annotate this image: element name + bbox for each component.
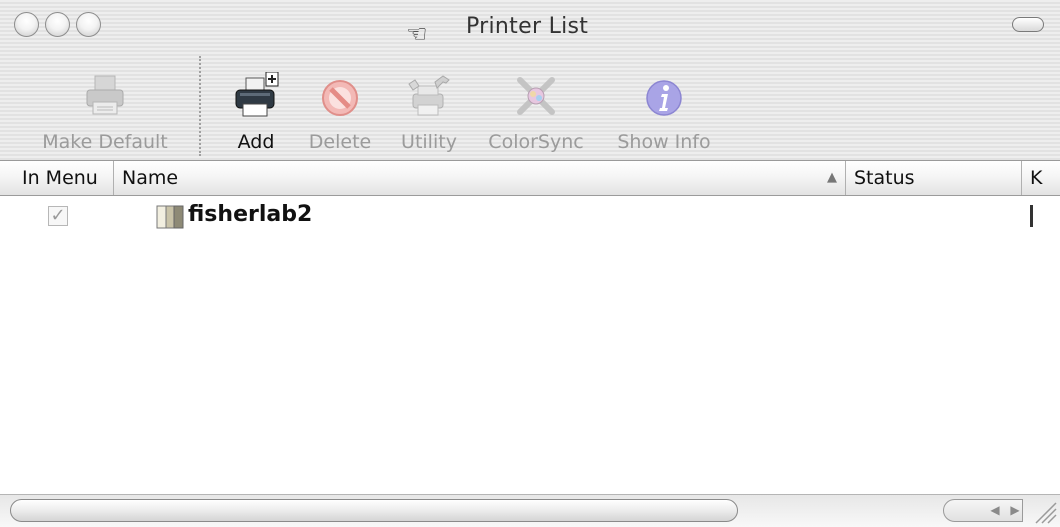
show-info-label: Show Info bbox=[617, 131, 711, 153]
info-icon bbox=[646, 80, 682, 116]
add-label: Add bbox=[237, 131, 275, 153]
add-button[interactable]: Add bbox=[222, 52, 290, 160]
resize-grip-icon[interactable] bbox=[1030, 497, 1058, 525]
delete-label: Delete bbox=[308, 131, 372, 153]
checkmark-icon: ✓ bbox=[50, 205, 66, 226]
list-header: In Menu Name ▲ Status K bbox=[0, 161, 1060, 196]
make-default-button[interactable]: Make Default bbox=[20, 52, 190, 160]
column-header-status[interactable]: Status bbox=[846, 161, 1022, 195]
hand-cursor-icon: ☜ bbox=[406, 20, 428, 48]
colorsync-button[interactable]: ColorSync bbox=[478, 52, 594, 160]
colorsync-label: ColorSync bbox=[488, 131, 584, 153]
toolbar-toggle-button[interactable] bbox=[1012, 17, 1044, 32]
column-header-kind[interactable]: K bbox=[1022, 161, 1060, 195]
minimize-button[interactable] bbox=[45, 12, 70, 37]
printer-name: fisherlab2 bbox=[188, 202, 313, 227]
printer-queue-icon bbox=[156, 205, 184, 229]
column-header-name[interactable]: Name bbox=[114, 161, 846, 195]
close-button[interactable] bbox=[14, 12, 39, 37]
row-kind-clipped-value bbox=[1030, 205, 1033, 227]
column-header-status-label: Status bbox=[854, 167, 915, 189]
add-printer-icon bbox=[235, 72, 279, 117]
column-header-in-menu-label: In Menu bbox=[22, 167, 98, 189]
toolbar-separator bbox=[199, 56, 201, 156]
toolbar: Make Default Add Delete Utility ColorSyn… bbox=[0, 52, 1060, 161]
column-header-in-menu[interactable]: In Menu bbox=[14, 161, 114, 195]
column-header-kind-label: K bbox=[1030, 167, 1043, 189]
utility-icon bbox=[408, 75, 450, 116]
printer-list-window: ☜ Printer List Make Default Add Delete U… bbox=[0, 0, 1060, 527]
title-bar[interactable]: ☜ Printer List bbox=[0, 0, 1060, 52]
show-info-button[interactable]: Show Info bbox=[604, 52, 724, 160]
sort-ascending-icon: ▲ bbox=[827, 170, 837, 185]
column-header-name-label: Name bbox=[122, 167, 179, 189]
utility-button[interactable]: Utility bbox=[390, 52, 468, 160]
make-default-label: Make Default bbox=[42, 131, 168, 153]
utility-label: Utility bbox=[401, 131, 457, 153]
printer-default-icon bbox=[86, 75, 124, 115]
scrollbar-thumb[interactable] bbox=[10, 499, 738, 522]
delete-icon bbox=[322, 80, 358, 116]
scroll-left-icon[interactable]: ◀ bbox=[985, 499, 1005, 522]
in-menu-checkbox[interactable]: ✓ bbox=[48, 206, 68, 226]
window-title: Printer List bbox=[466, 14, 589, 39]
delete-button[interactable]: Delete bbox=[300, 52, 380, 160]
zoom-button[interactable] bbox=[76, 12, 101, 37]
scroll-right-icon[interactable]: ▶ bbox=[1005, 499, 1025, 522]
horizontal-scrollbar[interactable]: ◀ ▶ bbox=[0, 494, 1060, 527]
colorsync-icon bbox=[517, 77, 555, 115]
printer-list bbox=[0, 196, 1060, 494]
